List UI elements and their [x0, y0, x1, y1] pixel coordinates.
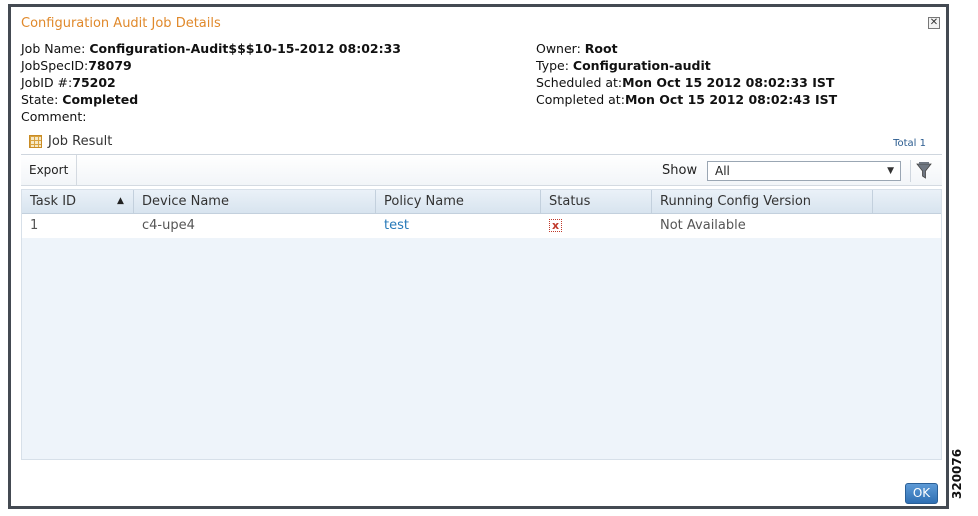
job-details-left: Job Name: Configuration-Audit$$$10-15-20… [21, 40, 401, 125]
show-filter-select[interactable]: All ▼ [707, 161, 901, 181]
job-result-table: Task ID ▲ Device Name Policy Name Status… [21, 189, 942, 460]
job-name-row: Job Name: Configuration-Audit$$$10-15-20… [21, 41, 401, 56]
export-button[interactable]: Export [21, 155, 78, 185]
completed-at-row: Completed at:Mon Oct 15 2012 08:02:43 IS… [536, 92, 838, 107]
scheduled-at-value: Mon Oct 15 2012 08:02:33 IST [622, 75, 835, 90]
ok-button[interactable]: OK [905, 483, 938, 504]
job-details-right: Owner: Root Type: Configuration-audit Sc… [536, 40, 837, 108]
job-id-value: 75202 [72, 75, 116, 90]
job-details-dialog: Configuration Audit Job Details ✕ Job Na… [8, 4, 949, 509]
type-value: Configuration-audit [572, 58, 711, 73]
column-header-running-config-version[interactable]: Running Config Version [652, 190, 873, 213]
column-header-device-name[interactable]: Device Name [134, 190, 376, 213]
filter-icon[interactable] [910, 160, 935, 182]
policy-link[interactable]: test [384, 218, 409, 233]
show-label: Show [662, 163, 698, 178]
comment-row: Comment: [21, 109, 87, 124]
job-result-header: Job Result [29, 134, 112, 149]
sort-ascending-icon: ▲ [117, 196, 124, 206]
device-name-cell: c4-upe4 [142, 218, 195, 233]
table-row[interactable]: 1 c4-upe4 test x Not Available [22, 214, 941, 238]
close-icon[interactable]: ✕ [928, 17, 940, 29]
column-header-status[interactable]: Status [541, 190, 652, 213]
type-row: Type: Configuration-audit [536, 58, 711, 73]
job-spec-id-row: JobSpecID:78079 [21, 58, 132, 73]
task-id-cell: 1 [30, 218, 39, 233]
column-header-policy-name[interactable]: Policy Name [376, 190, 541, 213]
error-x-icon: x [549, 219, 562, 232]
status-cell: x [541, 214, 652, 238]
owner-row: Owner: Root [536, 41, 618, 56]
policy-name-cell: test [376, 214, 541, 238]
table-grid-icon [29, 135, 42, 148]
scheduled-at-row: Scheduled at:Mon Oct 15 2012 08:02:33 IS… [536, 75, 835, 90]
state-row: State: Completed [21, 92, 139, 107]
job-name-value: Configuration-Audit$$$10-15-2012 08:02:3… [89, 41, 401, 56]
figure-number: 320076 [950, 448, 964, 500]
job-spec-id-value: 78079 [88, 58, 132, 73]
job-result-label: Job Result [48, 134, 113, 149]
table-toolbar: Export Show All ▼ [21, 154, 942, 186]
completed-at-value: Mon Oct 15 2012 08:02:43 IST [624, 92, 838, 107]
total-count: Total 1 [893, 138, 926, 149]
table-header: Task ID ▲ Device Name Policy Name Status… [22, 190, 941, 214]
column-header-task-id[interactable]: Task ID ▲ [22, 190, 134, 213]
state-value: Completed [62, 92, 139, 107]
running-config-version-cell: Not Available [660, 218, 746, 233]
dialog-title: Configuration Audit Job Details [21, 16, 221, 31]
background-edge [0, 4, 8, 509]
show-selected-value: All [715, 164, 730, 178]
owner-value: Root [584, 41, 618, 56]
chevron-down-icon: ▼ [887, 166, 894, 176]
job-id-row: JobID #:75202 [21, 75, 116, 90]
